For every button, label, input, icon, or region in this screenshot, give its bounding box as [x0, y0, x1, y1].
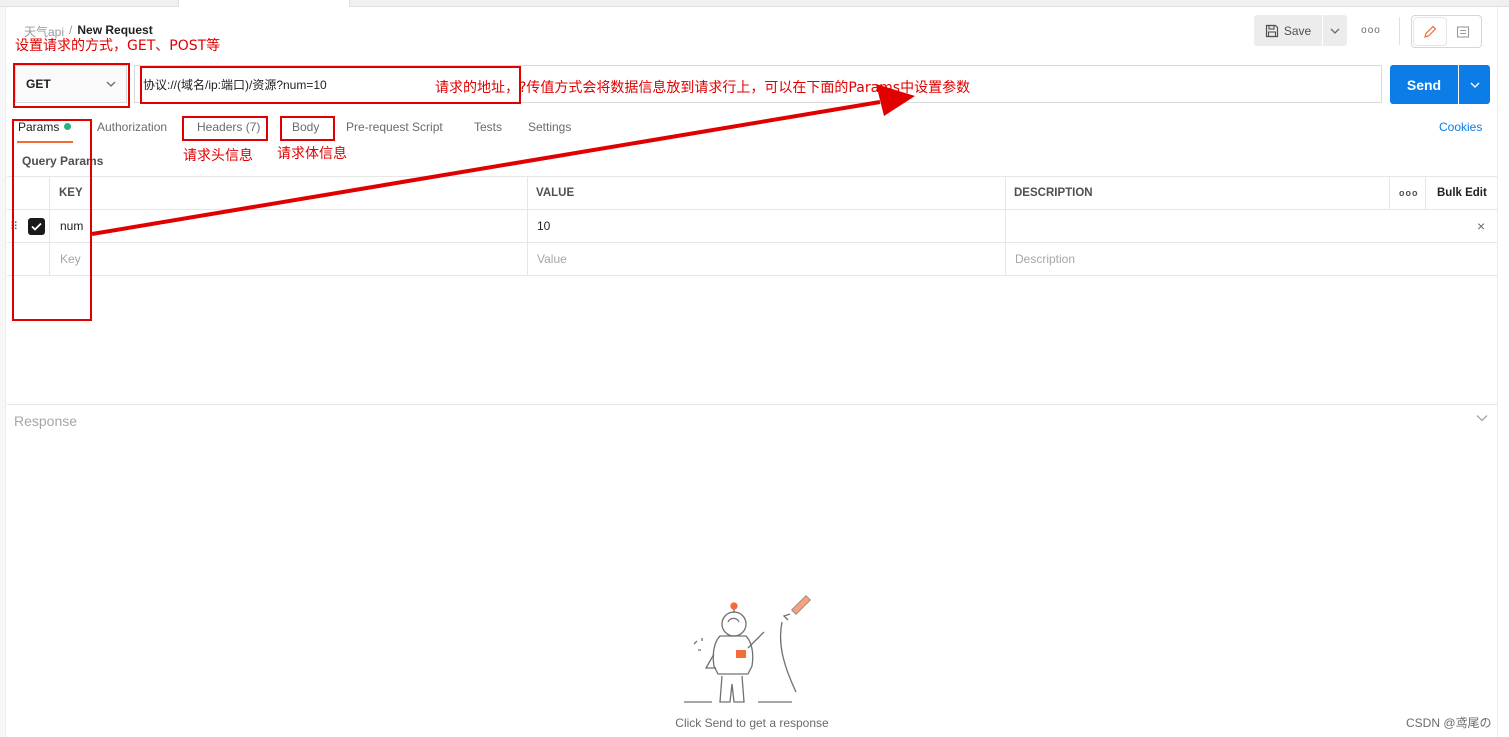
annotation-arrow-icon — [91, 84, 915, 236]
